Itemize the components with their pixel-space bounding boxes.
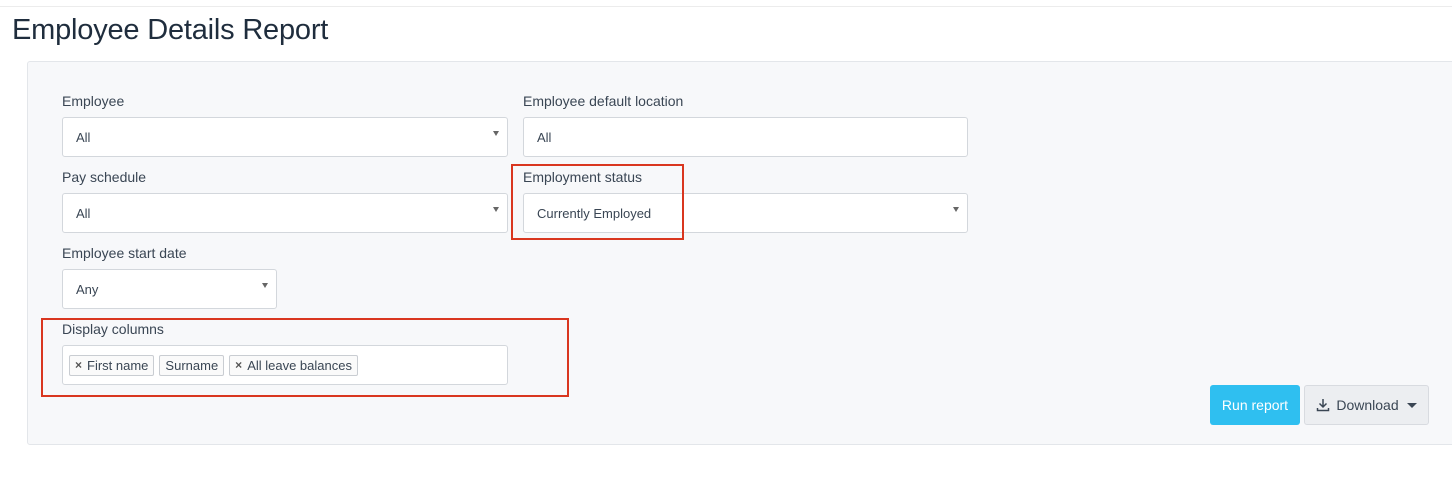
chevron-down-icon	[953, 207, 959, 212]
download-button-label: Download	[1336, 397, 1399, 413]
start-date-select-value: Any	[76, 281, 99, 297]
employee-select[interactable]: All	[62, 117, 508, 157]
pay-schedule-select[interactable]: All	[62, 193, 508, 233]
employment-status-highlight	[511, 164, 684, 240]
chevron-down-icon	[493, 207, 499, 212]
location-input[interactable]: All	[523, 117, 968, 157]
display-columns-highlight	[41, 318, 569, 397]
chevron-down-icon	[1406, 402, 1417, 408]
employee-label: Employee	[62, 93, 125, 109]
page-title: Employee Details Report	[12, 14, 329, 46]
chevron-down-icon	[262, 283, 268, 288]
start-date-label: Employee start date	[62, 245, 187, 261]
top-divider	[0, 6, 1452, 7]
pay-schedule-label: Pay schedule	[62, 169, 147, 185]
download-button[interactable]: Download	[1304, 385, 1429, 425]
location-input-value: All	[537, 129, 552, 145]
pay-schedule-select-value: All	[76, 205, 91, 221]
chevron-down-icon	[493, 131, 499, 136]
employee-select-value: All	[76, 129, 91, 145]
download-icon	[1317, 399, 1330, 412]
run-report-button[interactable]: Run report	[1210, 385, 1300, 425]
start-date-select[interactable]: Any	[62, 269, 277, 309]
location-label: Employee default location	[523, 93, 684, 109]
